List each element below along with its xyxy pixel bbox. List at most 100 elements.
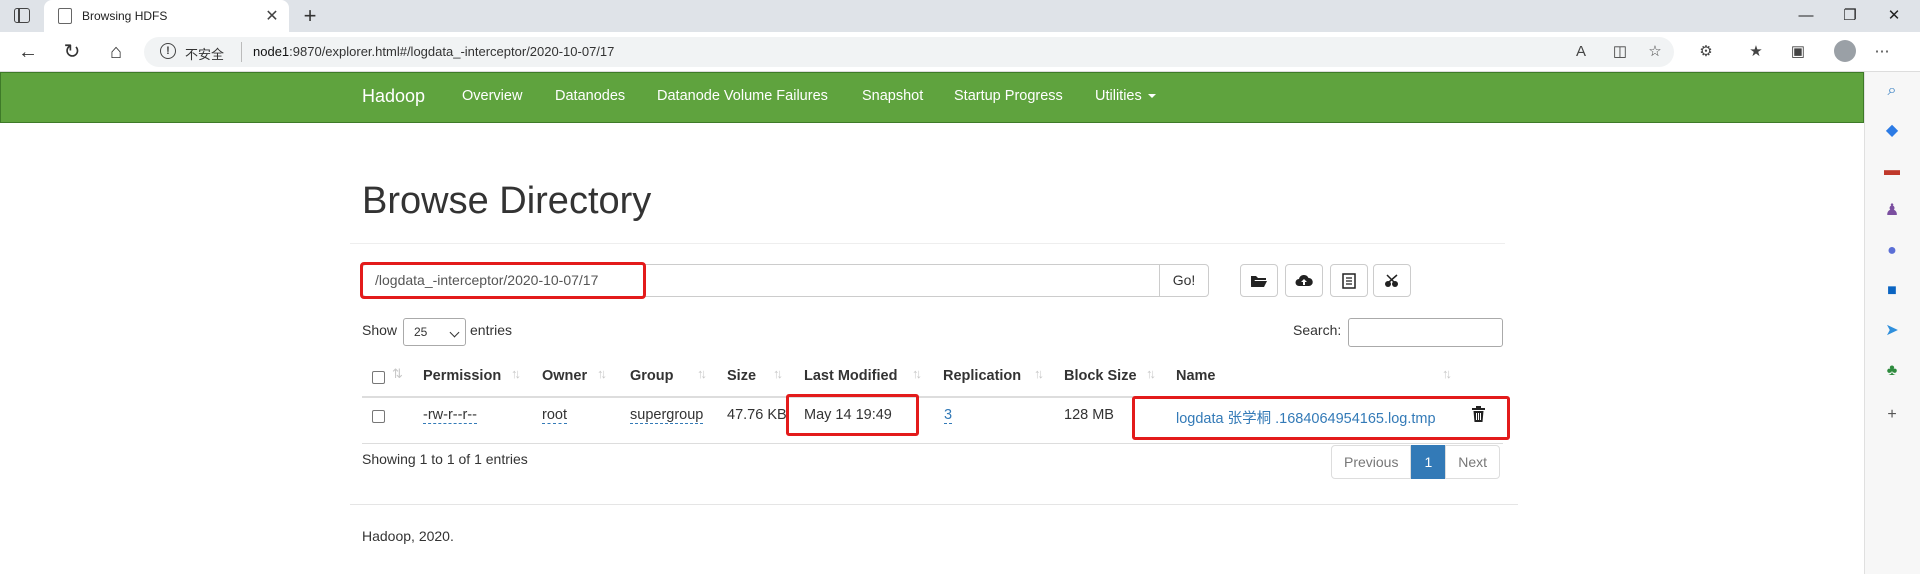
- sort-icon[interactable]: ↑↓: [773, 366, 783, 381]
- page-icon: [58, 8, 72, 24]
- entries-summary: Showing 1 to 1 of 1 entries: [362, 451, 528, 467]
- search-input[interactable]: [1348, 318, 1503, 347]
- upload-button[interactable]: [1285, 264, 1323, 297]
- col-last-modified[interactable]: Last Modified: [804, 368, 897, 384]
- sort-icon[interactable]: ↑↓: [697, 366, 707, 381]
- col-replication[interactable]: Replication: [943, 368, 1021, 384]
- copilot-icon[interactable]: ●: [1878, 240, 1906, 262]
- search-label: Search:: [1293, 322, 1342, 338]
- page-1-button[interactable]: 1: [1411, 445, 1446, 479]
- sort-icon[interactable]: ⇅: [392, 366, 403, 382]
- create-directory-button[interactable]: [1240, 264, 1278, 297]
- folder-open-icon: [1251, 275, 1267, 287]
- upload-icon: [1295, 274, 1313, 286]
- col-owner[interactable]: Owner: [542, 368, 587, 384]
- sort-icon[interactable]: ↑↓: [912, 366, 922, 381]
- send-icon[interactable]: ➤: [1878, 320, 1906, 342]
- url-text[interactable]: node1:9870/explorer.html#/logdata_-inter…: [253, 44, 614, 59]
- cut-icon: [1385, 273, 1398, 287]
- nav-volume-failures[interactable]: Datanode Volume Failures: [657, 88, 828, 104]
- extensions-icon[interactable]: ⚙: [1695, 41, 1717, 63]
- favorites-icon[interactable]: ★: [1745, 41, 1767, 63]
- hadoop-navbar: [0, 72, 1864, 123]
- tag-icon[interactable]: ◆: [1878, 120, 1906, 142]
- sort-icon[interactable]: ↑↓: [1146, 366, 1156, 381]
- nav-overview[interactable]: Overview: [462, 88, 522, 104]
- sort-icon[interactable]: ↑↓: [597, 366, 607, 381]
- warning-icon[interactable]: !: [160, 43, 176, 59]
- row-permission[interactable]: -rw-r--r--: [423, 407, 477, 424]
- nav-snapshot[interactable]: Snapshot: [862, 88, 923, 104]
- hadoop-brand[interactable]: Hadoop: [362, 86, 425, 107]
- url-host: node1: [253, 44, 290, 59]
- col-name[interactable]: Name: [1176, 368, 1216, 384]
- minimize-icon[interactable]: —: [1786, 4, 1826, 28]
- col-size[interactable]: Size: [727, 368, 756, 384]
- profile-avatar[interactable]: [1834, 40, 1856, 62]
- collections-icon[interactable]: ▣: [1787, 41, 1809, 63]
- nav-startup-progress[interactable]: Startup Progress: [954, 88, 1063, 104]
- browser-tab[interactable]: Browsing HDFS ✕: [44, 0, 289, 32]
- not-secure-label[interactable]: 不安全: [185, 44, 224, 63]
- sort-icon[interactable]: ↑↓: [1034, 366, 1044, 381]
- col-permission[interactable]: Permission: [423, 368, 501, 384]
- toolbox-icon[interactable]: ▬: [1878, 160, 1906, 182]
- tree-icon[interactable]: ♣: [1878, 360, 1906, 382]
- refresh-icon[interactable]: ↻: [58, 38, 86, 66]
- nav-datanodes[interactable]: Datanodes: [555, 88, 625, 104]
- entries-label: entries: [470, 322, 513, 338]
- path-highlight-box: [360, 262, 646, 299]
- nav-utilities[interactable]: Utilities: [1095, 88, 1156, 104]
- row-owner[interactable]: root: [542, 407, 567, 424]
- replication-value: 3: [944, 407, 953, 424]
- url-path: :9870/explorer.html#/logdata_-intercepto…: [289, 44, 615, 59]
- read-aloud-icon[interactable]: A: [1570, 41, 1592, 63]
- pagination: Previous 1 Next: [1331, 445, 1501, 479]
- home-icon[interactable]: ⌂: [102, 38, 130, 66]
- add-icon[interactable]: +: [1878, 404, 1906, 426]
- footer-divider: [350, 504, 1518, 505]
- modified-highlight-box: [786, 394, 919, 436]
- list-view-button[interactable]: [1330, 264, 1368, 297]
- more-icon[interactable]: ⋯: [1871, 41, 1893, 63]
- search-icon[interactable]: ⌕: [1878, 80, 1906, 102]
- previous-button[interactable]: Previous: [1331, 445, 1412, 479]
- select-all-checkbox[interactable]: [372, 371, 385, 384]
- row-checkbox[interactable]: [372, 410, 385, 423]
- row-group[interactable]: supergroup: [630, 407, 704, 424]
- permission-value: -rw-r--r--: [423, 407, 477, 424]
- cut-button[interactable]: [1373, 264, 1411, 297]
- page-title: Browse Directory: [362, 180, 652, 222]
- row-divider: [362, 443, 1503, 444]
- footer-text: Hadoop, 2020.: [362, 528, 454, 544]
- outlook-icon[interactable]: ■: [1878, 280, 1906, 302]
- close-window-icon[interactable]: ✕: [1874, 4, 1914, 28]
- page-size-select[interactable]: 25: [403, 318, 466, 346]
- group-value: supergroup: [630, 407, 704, 424]
- tab-title: Browsing HDFS: [82, 9, 168, 23]
- sidebar-toggle-icon[interactable]: [14, 8, 30, 23]
- restore-icon[interactable]: ❐: [1830, 4, 1870, 28]
- row-replication[interactable]: 3: [944, 407, 953, 424]
- favorite-star-icon[interactable]: ☆: [1644, 41, 1666, 63]
- sort-icon[interactable]: ↑↓: [1442, 366, 1452, 381]
- new-tab-icon[interactable]: +: [296, 2, 324, 30]
- row-size: 47.76 KB: [727, 407, 787, 423]
- back-icon[interactable]: ←: [14, 38, 42, 66]
- list-icon: [1342, 272, 1356, 289]
- owner-value: root: [542, 407, 567, 424]
- games-icon[interactable]: ♟: [1878, 200, 1906, 222]
- row-block-size: 128 MB: [1064, 407, 1114, 423]
- nav-utilities-label: Utilities: [1095, 88, 1142, 104]
- caret-down-icon: [1147, 94, 1156, 99]
- name-highlight-box: [1132, 396, 1510, 440]
- col-block-size[interactable]: Block Size: [1064, 368, 1137, 384]
- split-screen-icon[interactable]: ◫: [1609, 41, 1631, 63]
- title-divider: [350, 243, 1505, 244]
- close-tab-icon[interactable]: ✕: [261, 6, 283, 26]
- go-button[interactable]: Go!: [1159, 264, 1209, 297]
- col-group[interactable]: Group: [630, 368, 674, 384]
- next-button[interactable]: Next: [1445, 445, 1501, 479]
- sort-icon[interactable]: ↑↓: [511, 366, 521, 381]
- show-label: Show: [362, 322, 398, 338]
